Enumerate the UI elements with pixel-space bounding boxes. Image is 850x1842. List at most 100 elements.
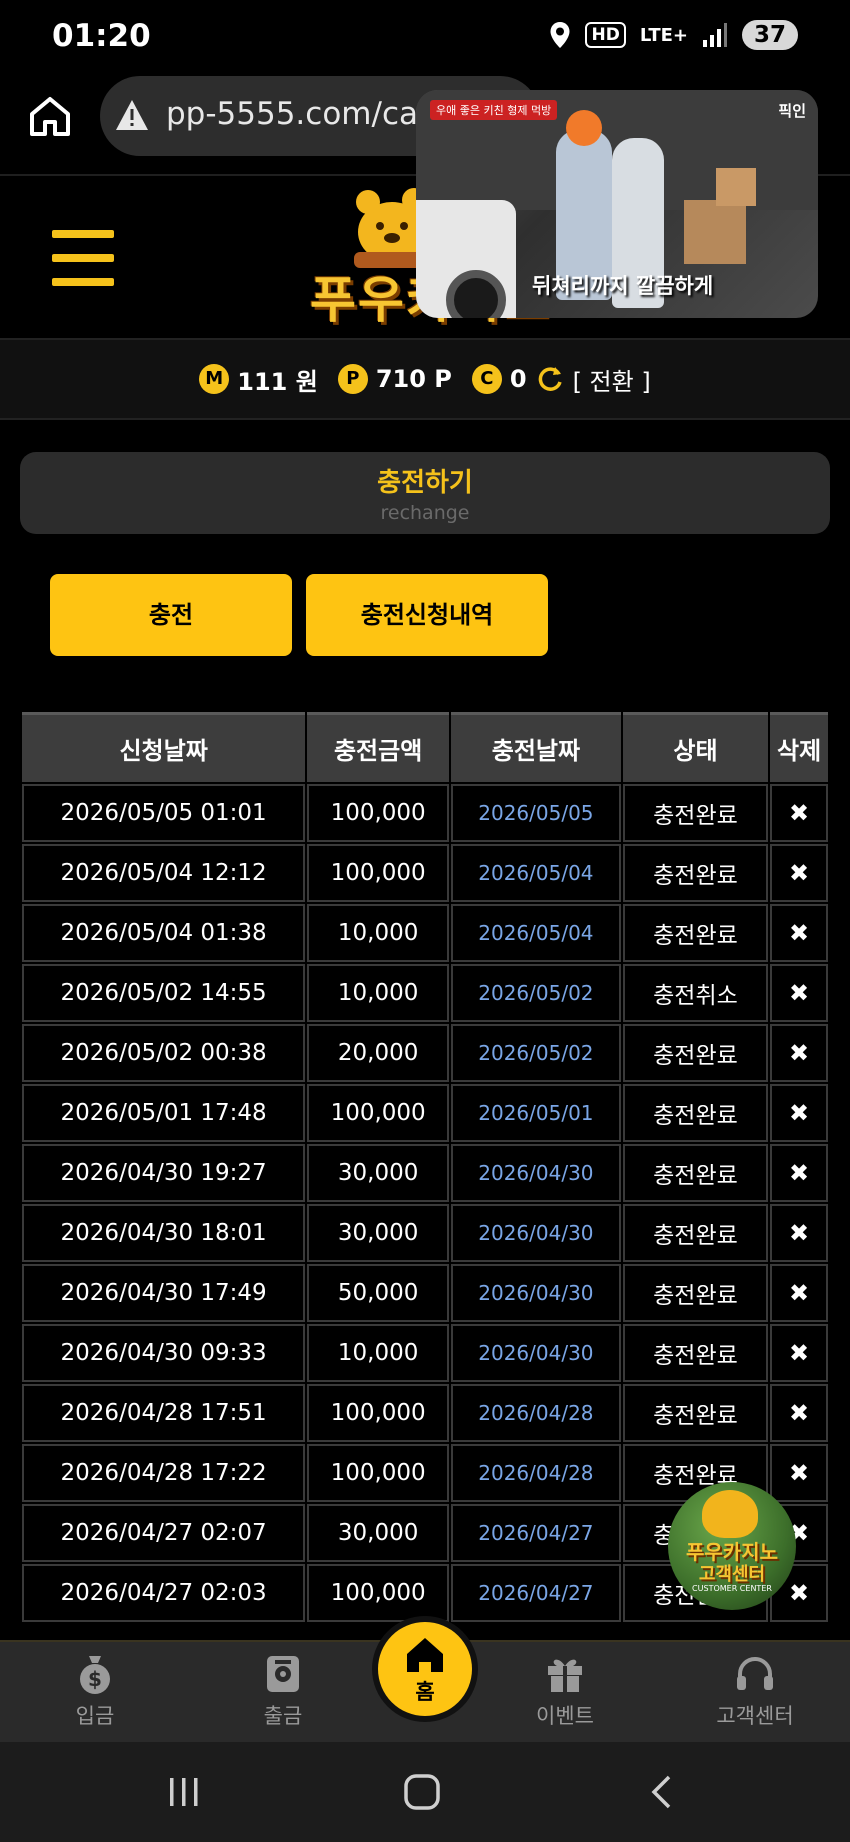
delete-button[interactable]: ✖ [770,964,828,1022]
home-icon [407,1638,443,1672]
svg-text:$: $ [88,1667,102,1691]
network-indicator: LTE+ [639,24,688,46]
delete-button[interactable]: ✖ [770,1384,828,1442]
nav-support-label: 고객센터 [716,1704,794,1728]
table-row: 2026/05/02 14:55 10,000 2026/05/02 충전취소 ✖ [22,964,828,1022]
amount-cell: 100,000 [307,1564,450,1622]
header-delete: 삭제 [770,712,828,782]
amount-cell: 100,000 [307,1444,450,1502]
refresh-icon[interactable] [535,364,565,394]
nav-deposit[interactable]: $ 입금 [20,1652,170,1730]
charge-date-cell: 2026/05/02 [451,1024,621,1082]
page-title: 충전하기 [377,468,473,498]
amount-cell: 100,000 [307,1384,450,1442]
money-coin-icon: M [199,364,230,394]
battery-indicator: 37 [741,20,798,50]
casino-coin-icon: C [471,364,502,394]
request-date-cell: 2026/04/27 02:03 [22,1564,306,1622]
point-coin-icon: P [337,364,368,394]
status-cell: 충전완료 [622,1024,769,1082]
charge-date-cell: 2026/04/30 [451,1264,621,1322]
charge-date-cell: 2026/05/04 [451,904,621,962]
request-date-cell: 2026/04/28 17:22 [22,1444,306,1502]
amount-cell: 30,000 [307,1204,450,1262]
delete-button[interactable]: ✖ [770,1144,828,1202]
nav-withdraw-label: 출금 [263,1704,303,1728]
delete-button[interactable]: ✖ [770,1024,828,1082]
amount-cell: 50,000 [307,1264,450,1322]
delete-button[interactable]: ✖ [770,1204,828,1262]
charge-button[interactable]: 충전 [50,574,292,656]
casino-balance: C 0 [ 전환 ] [471,362,651,397]
request-date-cell: 2026/05/02 14:55 [22,964,306,1022]
location-icon [550,22,570,48]
pip-subtitle: 뒤쳐리까지 깔끔하게 [532,274,714,298]
headset-icon [737,1657,773,1690]
charge-date-cell: 2026/05/02 [451,964,621,1022]
money-bag-icon: $ [80,1656,110,1694]
recent-apps-icon[interactable] [166,1774,202,1810]
delete-button[interactable]: ✖ [770,844,828,902]
menu-hamburger-icon[interactable] [52,230,114,286]
nav-home[interactable]: 홈 [378,1622,472,1716]
request-date-cell: 2026/04/28 17:51 [22,1384,306,1442]
request-date-cell: 2026/05/04 12:12 [22,844,306,902]
delete-button[interactable]: ✖ [770,1084,828,1142]
request-date-cell: 2026/05/02 00:38 [22,1024,306,1082]
pooh-mascot-icon [702,1490,758,1538]
money-balance: M 111 원 [199,362,318,397]
delete-button[interactable]: ✖ [770,1444,828,1502]
charge-date-cell: 2026/04/27 [451,1564,621,1622]
table-row: 2026/05/01 17:48 100,000 2026/05/01 충전완료 ✖ [22,1084,828,1142]
status-bar: 01:20 HD LTE+ 37 [0,0,850,72]
nav-withdraw[interactable]: 출금 [208,1652,358,1730]
not-secure-warning-icon[interactable] [114,98,150,132]
header-charge-date: 충전날짜 [451,712,621,782]
nav-event[interactable]: 이벤트 [490,1652,640,1730]
url-text: pp-5555.com/cas [166,96,435,132]
table-row: 2026/04/30 17:49 50,000 2026/04/30 충전완료 ✖ [22,1264,828,1322]
amount-cell: 10,000 [307,1324,450,1382]
delete-button[interactable]: ✖ [770,784,828,842]
charge-date-cell: 2026/05/01 [451,1084,621,1142]
header-status: 상태 [622,712,769,782]
status-cell: 충전완료 [622,1324,769,1382]
status-cell: 충전완료 [622,1084,769,1142]
money-amount: 111 원 [237,367,318,396]
table-header-row: 신청날짜 충전금액 충전날짜 상태 삭제 [22,712,828,782]
request-date-cell: 2026/04/30 09:33 [22,1324,306,1382]
amount-cell: 100,000 [307,844,450,902]
amount-cell: 30,000 [307,1144,450,1202]
pip-video-overlay[interactable]: 우애 좋은 키친 형제 먹방 픽인 뒤쳐리까지 깔끔하게 [416,90,818,318]
amount-cell: 20,000 [307,1024,450,1082]
delete-button[interactable]: ✖ [770,1264,828,1322]
request-date-cell: 2026/05/01 17:48 [22,1084,306,1142]
charge-date-cell: 2026/04/30 [451,1324,621,1382]
browser-home-icon[interactable] [28,94,72,138]
header-request-date: 신청날짜 [22,712,306,782]
request-date-cell: 2026/04/30 17:49 [22,1264,306,1322]
balance-bar: M 111 원 P 710 P C 0 [ 전환 ] [0,340,850,420]
delete-button[interactable]: ✖ [770,904,828,962]
switch-button[interactable]: [ 전환 ] [573,362,651,397]
table-row: 2026/05/04 12:12 100,000 2026/05/04 충전완료 ✖ [22,844,828,902]
amount-cell: 10,000 [307,964,450,1022]
charge-date-cell: 2026/04/30 [451,1204,621,1262]
amount-cell: 30,000 [307,1504,450,1562]
android-home-icon[interactable] [402,1774,442,1810]
point-amount: 710 P [375,365,452,393]
nav-support[interactable]: 고객센터 [680,1652,830,1730]
request-date-cell: 2026/04/27 02:07 [22,1504,306,1562]
nav-event-label: 이벤트 [536,1704,594,1728]
pip-channel-tag: 우애 좋은 키친 형제 먹방 [430,100,558,120]
status-icons: HD LTE+ 37 [549,20,798,50]
amount-cell: 10,000 [307,904,450,962]
signal-icon [702,23,727,47]
customer-center-float-button[interactable]: 푸우카지노 고객센터 CUSTOMER CENTER [668,1482,796,1610]
delete-button[interactable]: ✖ [770,1324,828,1382]
back-icon[interactable] [648,1774,674,1810]
request-date-cell: 2026/05/05 01:01 [22,784,306,842]
point-balance: P 710 P [337,364,452,394]
charge-history-button[interactable]: 충전신청내역 [306,574,548,656]
hd-indicator: HD [585,22,626,48]
